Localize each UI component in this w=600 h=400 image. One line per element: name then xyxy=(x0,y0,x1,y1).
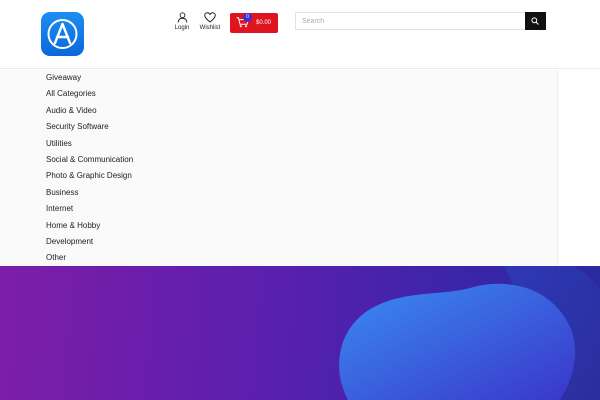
category-item-utilities[interactable]: Utilities xyxy=(46,139,72,148)
category-item-other[interactable]: Other xyxy=(46,253,66,262)
category-item-security-software[interactable]: Security Software xyxy=(46,122,109,131)
category-item-development[interactable]: Development xyxy=(46,237,93,246)
category-item-all-categories[interactable]: All Categories xyxy=(46,89,96,98)
heart-icon xyxy=(204,12,216,23)
search-bar xyxy=(295,12,546,30)
search-input[interactable] xyxy=(295,12,525,30)
cart-count-badge: 0 xyxy=(243,13,252,22)
user-icon xyxy=(177,12,187,23)
category-item-internet[interactable]: Internet xyxy=(46,204,73,213)
category-item-home-hobby[interactable]: Home & Hobby xyxy=(46,221,100,230)
hero-banner xyxy=(0,266,600,400)
hero-blob-shapes xyxy=(339,266,600,400)
wishlist-button[interactable]: Wishlist xyxy=(193,12,227,31)
search-icon xyxy=(531,17,539,25)
cart-total: $0.00 xyxy=(256,20,272,26)
category-item-photo-graphic-design[interactable]: Photo & Graphic Design xyxy=(46,171,132,180)
app-store-logo-icon[interactable] xyxy=(41,12,84,56)
wishlist-label: Wishlist xyxy=(199,25,221,31)
category-item-business[interactable]: Business xyxy=(46,188,78,197)
category-item-giveaway[interactable]: Giveaway xyxy=(46,73,81,82)
site-header: Login Wishlist 0 $0.00 xyxy=(0,0,600,69)
category-item-audio-video[interactable]: Audio & Video xyxy=(46,106,97,115)
category-item-social-communication[interactable]: Social & Communication xyxy=(46,155,133,164)
search-button[interactable] xyxy=(525,12,546,30)
cart-button[interactable]: 0 $0.00 xyxy=(230,13,278,33)
category-menu: Giveaway All Categories Audio & Video Se… xyxy=(0,70,558,266)
